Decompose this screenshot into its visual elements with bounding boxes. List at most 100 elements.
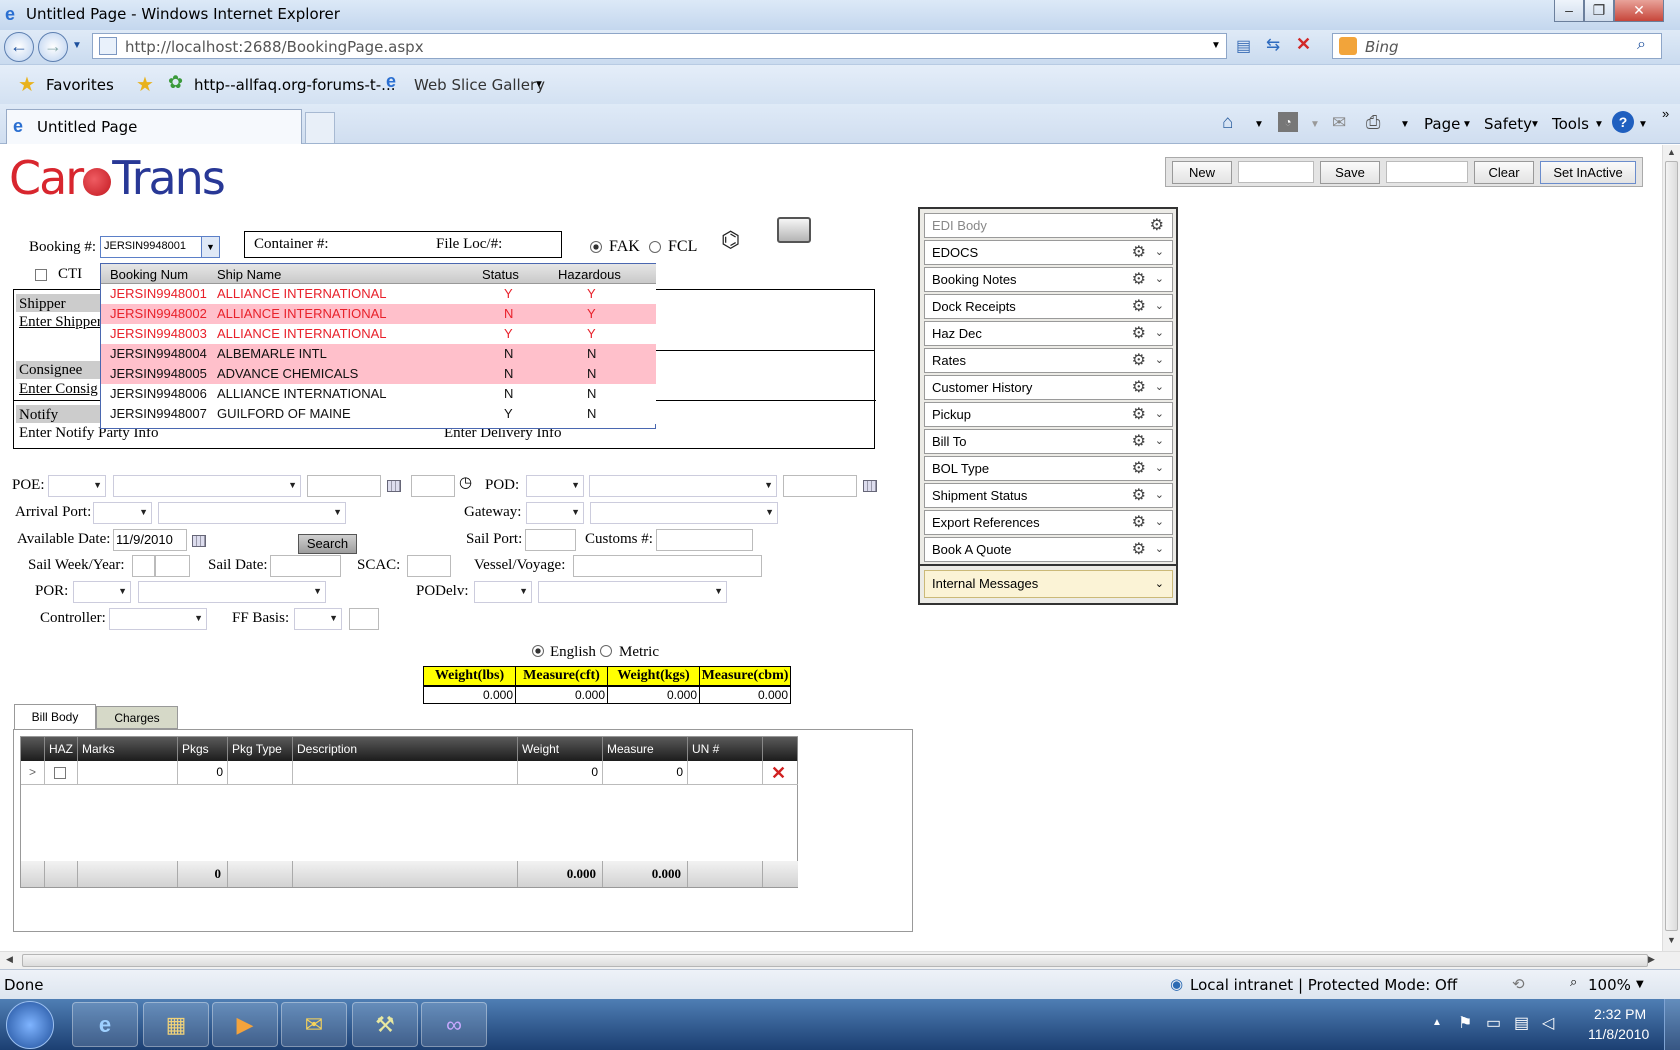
gateway-code-select[interactable]: ▼ <box>526 502 584 524</box>
search-icon[interactable]: ⌕ <box>1637 36 1646 54</box>
feeds-icon[interactable]: ◔ <box>1278 112 1298 132</box>
start-button[interactable] <box>6 1001 54 1049</box>
binoculars-icon[interactable]: ⌬ <box>721 227 740 253</box>
chevron-down-icon[interactable]: ⌄ <box>1155 376 1164 399</box>
history-dropdown-icon[interactable]: ▼ <box>72 40 82 51</box>
forward-button[interactable]: → <box>38 32 68 62</box>
arrival-port-name-select[interactable]: ▼ <box>158 502 346 524</box>
tray-flag-icon[interactable]: ⚑ <box>1458 1013 1472 1033</box>
favorite-link-allfaq[interactable]: http--allfaq.org-forums-t-... <box>194 76 396 94</box>
mail-icon[interactable]: ✉ <box>1332 113 1346 133</box>
pod-code-select[interactable]: ▼ <box>526 475 584 497</box>
dropdown-row[interactable]: JERSIN9948001 ALLIANCE INTERNATIONAL Y Y <box>101 284 656 304</box>
clock-time[interactable]: 2:32 PM <box>1594 1006 1646 1022</box>
haz-checkbox[interactable] <box>54 767 66 779</box>
web-slice-dropdown-icon[interactable]: ▼ <box>534 79 544 90</box>
tools-menu[interactable]: Tools <box>1552 115 1589 133</box>
taskbar-visual-studio-icon[interactable]: ∞ <box>421 1002 487 1047</box>
show-desktop-button[interactable] <box>1664 999 1680 1050</box>
stop-icon[interactable]: ✕ <box>1296 34 1311 55</box>
dropdown-row[interactable]: JERSIN9948007 GUILFORD OF MAINE Y N <box>101 404 656 424</box>
marks-cell[interactable] <box>78 761 178 785</box>
print-icon[interactable]: ⎙ <box>1366 112 1380 133</box>
gear-icon[interactable]: ⚙ <box>1132 538 1146 561</box>
measure-cell[interactable]: 0 <box>603 761 688 785</box>
feeds-dropdown-icon[interactable]: ▼ <box>1310 119 1320 130</box>
panel-item-edi-body[interactable]: EDI Body ⚙ <box>924 213 1173 238</box>
weight-cell[interactable]: 0 <box>518 761 603 785</box>
panel-item-pickup[interactable]: Pickup ⚙ ⌄ <box>924 402 1173 427</box>
gear-icon[interactable]: ⚙ <box>1132 376 1146 399</box>
podelv-code-select[interactable]: ▼ <box>474 581 532 603</box>
favorites-button[interactable]: Favorites <box>46 76 114 94</box>
zoom-icon[interactable]: ⌕ <box>1570 975 1577 990</box>
dropdown-row[interactable]: JERSIN9948003 ALLIANCE INTERNATIONAL Y Y <box>101 324 656 344</box>
scroll-left-icon[interactable]: ◀ <box>6 954 13 965</box>
poe-name-select[interactable]: ▼ <box>113 475 301 497</box>
save-button[interactable]: Save <box>1320 161 1380 184</box>
scroll-down-icon[interactable]: ▼ <box>1667 935 1676 945</box>
show-hidden-icons[interactable]: ▲ <box>1432 1017 1442 1028</box>
url-field[interactable]: http://localhost:2688/BookingPage.aspx ▼ <box>92 33 1227 59</box>
dropdown-row[interactable]: JERSIN9948004 ALBEMARLE INTL N N <box>101 344 656 364</box>
vertical-scroll-thumb[interactable] <box>1665 161 1678 931</box>
safety-menu-arrow-icon[interactable]: ▼ <box>1530 119 1540 130</box>
poe-calendar-icon[interactable] <box>387 480 401 492</box>
gateway-name-select[interactable]: ▼ <box>590 502 778 524</box>
gear-icon[interactable]: ⚙ <box>1132 430 1146 453</box>
sail-week-input[interactable] <box>132 555 155 577</box>
chevron-down-icon[interactable]: ⌄ <box>1155 268 1164 291</box>
sail-port-input[interactable] <box>525 529 576 551</box>
gear-icon[interactable]: ⚙ <box>1132 484 1146 507</box>
home-dropdown-icon[interactable]: ▼ <box>1254 119 1264 130</box>
print-dropdown-icon[interactable]: ▼ <box>1400 119 1410 130</box>
security-zone-text[interactable]: Local intranet | Protected Mode: Off <box>1190 976 1457 994</box>
taskbar-media-icon[interactable]: ▶ <box>212 1002 278 1047</box>
poe-code-select[interactable]: ▼ <box>48 475 106 497</box>
maximize-button[interactable]: ❐ <box>1584 0 1614 22</box>
chevron-down-icon[interactable]: ⌄ <box>1155 349 1164 372</box>
panel-item-export-references[interactable]: Export References ⚙ ⌄ <box>924 510 1173 535</box>
available-date-input[interactable]: 11/9/2010 <box>113 529 187 551</box>
compat-view-icon[interactable]: ▤ <box>1236 36 1251 56</box>
pkg-type-cell[interactable] <box>228 761 293 785</box>
delete-row-icon[interactable]: ✕ <box>771 762 786 784</box>
gear-icon[interactable]: ⚙ <box>1132 322 1146 345</box>
metric-radio[interactable] <box>600 645 612 657</box>
chevron-down-icon[interactable]: ⌄ <box>1155 538 1164 561</box>
toolbar-input-1[interactable] <box>1238 161 1314 183</box>
add-favorite-icon[interactable]: ★ <box>136 72 154 97</box>
horizontal-scrollbar[interactable]: ◀ ▶ <box>0 951 1680 969</box>
sail-date-input[interactable] <box>270 555 341 577</box>
panel-item-bill-to[interactable]: Bill To ⚙ ⌄ <box>924 429 1173 454</box>
scroll-right-icon[interactable]: ▶ <box>1648 954 1655 965</box>
zoom-dropdown-icon[interactable]: ▼ <box>1636 979 1644 990</box>
more-chevron-icon[interactable]: » <box>1662 106 1669 121</box>
toolbar-input-2[interactable] <box>1386 161 1468 183</box>
gear-icon[interactable]: ⚙ <box>1132 268 1146 291</box>
back-button[interactable]: ← <box>4 32 34 62</box>
dropdown-row[interactable]: JERSIN9948005 ADVANCE CHEMICALS N N <box>101 364 656 384</box>
new-tab-button[interactable] <box>305 112 335 143</box>
gear-icon[interactable]: ⚙ <box>1132 457 1146 480</box>
sail-year-input[interactable] <box>155 555 190 577</box>
clear-button[interactable]: Clear <box>1474 161 1534 184</box>
gear-icon[interactable]: ⚙ <box>1132 403 1146 426</box>
set-inactive-button[interactable]: Set InActive <box>1540 161 1636 184</box>
por-code-select[interactable]: ▼ <box>73 581 131 603</box>
vessel-voyage-input[interactable] <box>573 555 762 577</box>
poe-time-input[interactable] <box>411 475 455 497</box>
controller-select[interactable]: ▼ <box>109 608 207 630</box>
protected-mode-icon[interactable]: ⟲ <box>1512 975 1525 993</box>
internal-messages-bar[interactable]: Internal Messages ⌄ <box>924 570 1173 598</box>
chevron-down-icon[interactable]: ⌄ <box>1155 484 1164 507</box>
internal-messages-chevron-icon[interactable]: ⌄ <box>1155 571 1164 597</box>
panel-item-dock-receipts[interactable]: Dock Receipts ⚙ ⌄ <box>924 294 1173 319</box>
panel-item-haz-dec[interactable]: Haz Dec ⚙ ⌄ <box>924 321 1173 346</box>
pod-name-select[interactable]: ▼ <box>589 475 777 497</box>
panel-item-book-a-quote[interactable]: Book A Quote ⚙ ⌄ <box>924 537 1173 562</box>
pod-calendar-icon[interactable] <box>863 480 877 492</box>
scroll-up-icon[interactable]: ▲ <box>1667 147 1676 157</box>
ff-basis-input[interactable] <box>349 608 379 630</box>
vertical-scrollbar[interactable]: ▲ ▼ <box>1662 145 1680 951</box>
